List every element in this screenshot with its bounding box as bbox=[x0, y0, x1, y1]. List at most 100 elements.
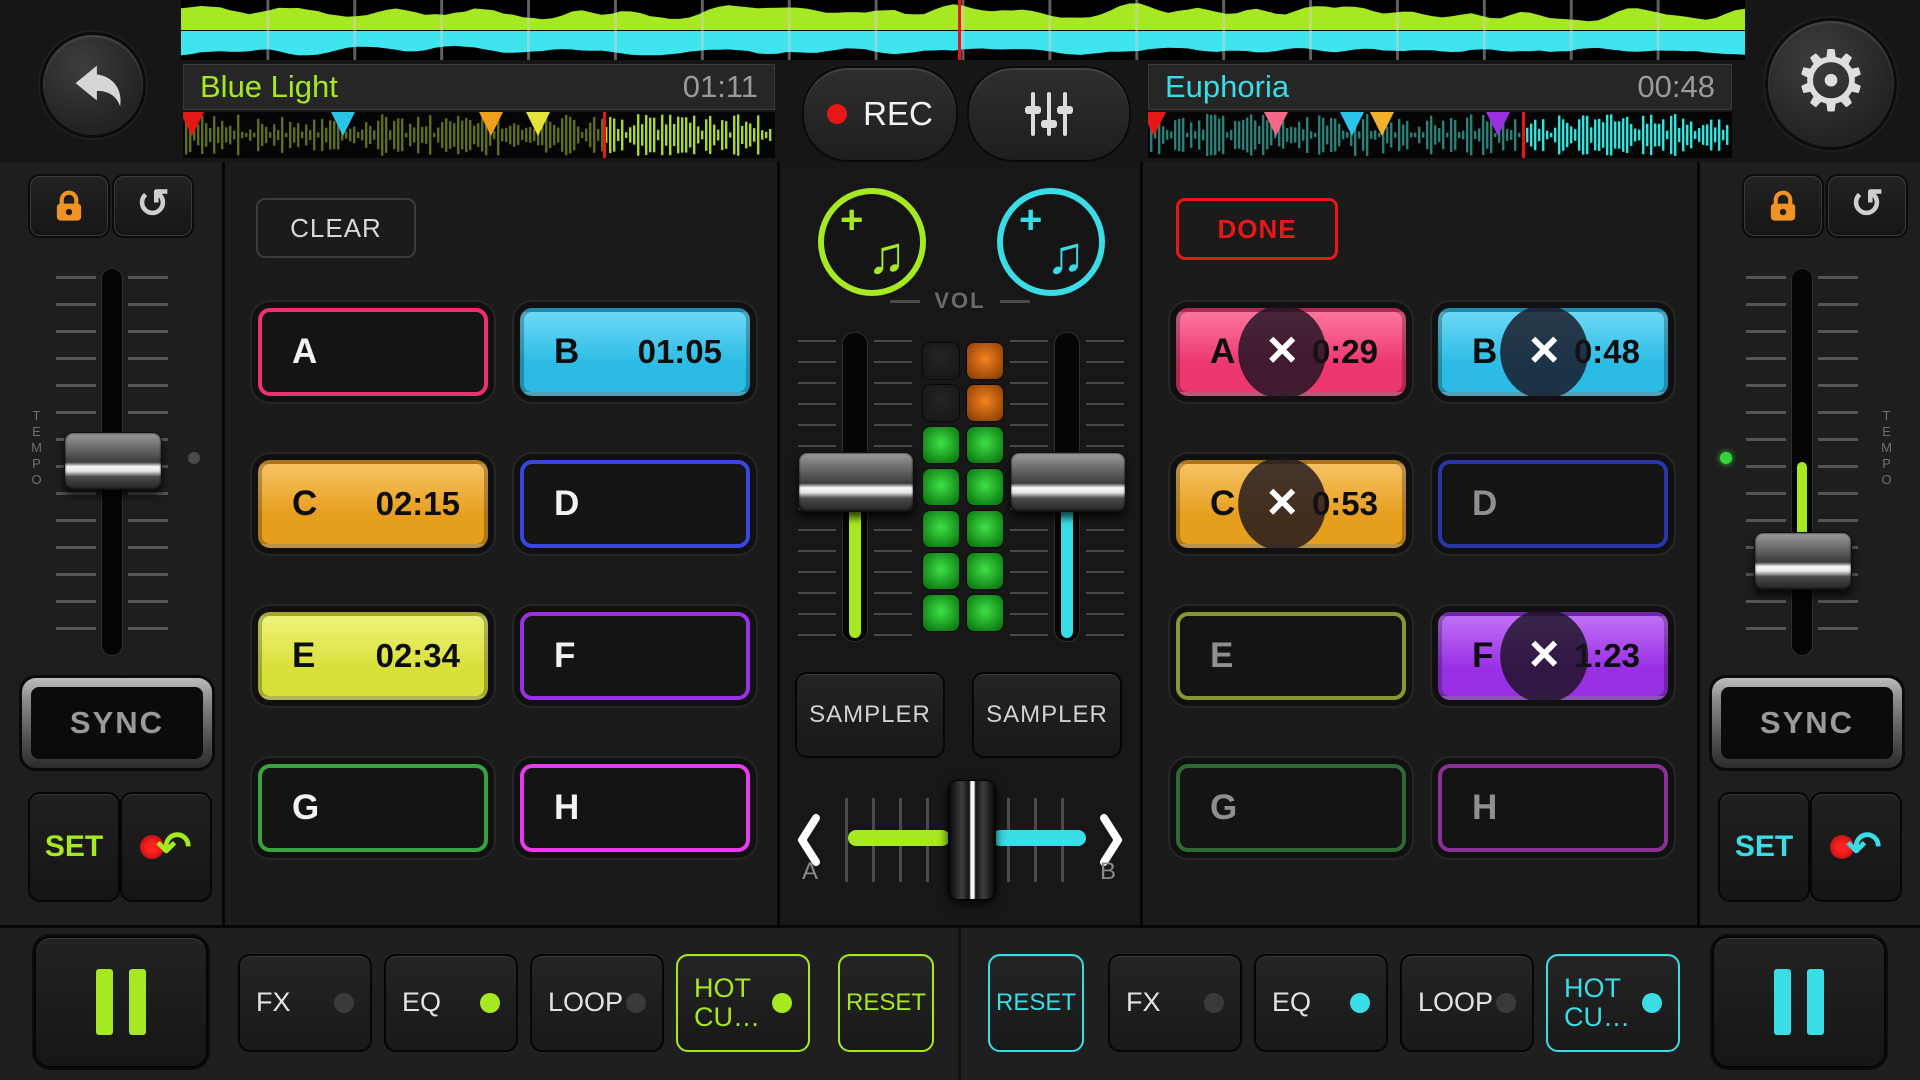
crossfader-b-bar bbox=[992, 830, 1086, 846]
hotcue-pad[interactable]: H bbox=[520, 764, 750, 852]
deck-b-load-track-button[interactable]: + ♫ bbox=[997, 188, 1105, 296]
mode-button-label: FX bbox=[1126, 988, 1202, 1017]
mode-button-fx[interactable]: FX bbox=[238, 954, 372, 1052]
x-glyph: × bbox=[1267, 324, 1297, 376]
overview-waveform[interactable] bbox=[181, 0, 1745, 60]
hotcue-pad[interactable]: C 0:53 × bbox=[1176, 460, 1406, 548]
delete-cue-icon[interactable]: × bbox=[1238, 305, 1326, 399]
mode-button-reset[interactable]: RESET bbox=[988, 954, 1084, 1052]
hotcue-pad[interactable]: G bbox=[258, 764, 488, 852]
record-label: REC bbox=[863, 95, 933, 133]
mode-button-loop[interactable]: LOOP bbox=[1400, 954, 1534, 1052]
mode-button-hot-cu[interactable]: HOT CU… bbox=[1546, 954, 1680, 1052]
deck-a-mini-waveform[interactable] bbox=[183, 112, 775, 158]
mixer-settings-button[interactable] bbox=[967, 66, 1131, 162]
mode-button-fx[interactable]: FX bbox=[1108, 954, 1242, 1052]
deck-b-mini-waveform[interactable] bbox=[1148, 112, 1732, 158]
hotcue-pad[interactable]: D bbox=[1438, 460, 1668, 548]
pad-letter: H bbox=[1472, 788, 1497, 828]
deck-a-load-track-button[interactable]: + ♫ bbox=[818, 188, 926, 296]
divider bbox=[1697, 162, 1700, 925]
undo-arrow-icon: ↶ bbox=[1846, 826, 1881, 868]
x-glyph: × bbox=[1529, 324, 1559, 376]
deck-b-volume-handle[interactable] bbox=[1010, 452, 1126, 512]
mode-button-label: HOT CU… bbox=[1564, 974, 1640, 1032]
pad-time: 01:05 bbox=[638, 333, 722, 371]
deck-b-tempo-handle[interactable] bbox=[1754, 532, 1852, 590]
record-button[interactable]: REC bbox=[802, 66, 958, 162]
deck-a-set-cue-button[interactable]: SET bbox=[28, 792, 120, 902]
mode-button-hot-cu[interactable]: HOT CU… bbox=[676, 954, 810, 1052]
mode-button-eq[interactable]: EQ bbox=[384, 954, 518, 1052]
hotcue-pad[interactable]: A 0:29 × bbox=[1176, 308, 1406, 396]
pad-letter: C bbox=[292, 484, 317, 524]
hotcue-pad[interactable]: C 02:15 bbox=[258, 460, 488, 548]
gear-icon: ⚙ bbox=[1793, 39, 1868, 123]
deck-b-set-label: SET bbox=[1735, 830, 1793, 864]
hotcue-pad[interactable]: E bbox=[1176, 612, 1406, 700]
deck-a-sync-label: SYNC bbox=[31, 687, 203, 759]
pause-icon bbox=[1774, 969, 1791, 1035]
crossfader-handle[interactable] bbox=[948, 780, 996, 900]
back-button[interactable] bbox=[40, 32, 146, 138]
cue-marker[interactable] bbox=[1370, 112, 1394, 136]
deck-b-pause-button[interactable] bbox=[1712, 936, 1886, 1068]
deck-a-track-info[interactable]: Blue Light 01:11 bbox=[183, 64, 775, 110]
cue-marker[interactable] bbox=[331, 112, 355, 136]
deck-b-done-button[interactable]: DONE bbox=[1176, 198, 1338, 260]
pad-letter: H bbox=[554, 788, 579, 828]
indicator-dot-off bbox=[626, 993, 646, 1013]
cue-marker[interactable] bbox=[1148, 112, 1166, 136]
cue-marker[interactable] bbox=[1340, 112, 1364, 136]
deck-b-sync-button[interactable]: SYNC bbox=[1712, 678, 1902, 768]
music-note-icon: ♫ bbox=[1046, 230, 1085, 282]
delete-cue-icon[interactable]: × bbox=[1500, 609, 1588, 703]
pad-letter: A bbox=[1210, 332, 1235, 372]
hotcue-pad[interactable]: F bbox=[520, 612, 750, 700]
hotcue-pad[interactable]: B 01:05 bbox=[520, 308, 750, 396]
deck-a-sync-button[interactable]: SYNC bbox=[22, 678, 212, 768]
deck-b-keylock-button[interactable] bbox=[1744, 176, 1822, 236]
done-label: DONE bbox=[1217, 214, 1296, 245]
deck-a-volume-handle[interactable] bbox=[798, 452, 914, 512]
pad-letter: B bbox=[1472, 332, 1497, 372]
deck-b-sampler-button[interactable]: SAMPLER bbox=[972, 672, 1122, 758]
hotcue-pad[interactable]: G bbox=[1176, 764, 1406, 852]
x-glyph: × bbox=[1267, 476, 1297, 528]
mode-button-loop[interactable]: LOOP bbox=[530, 954, 664, 1052]
deck-b-title: Euphoria bbox=[1165, 69, 1289, 105]
rotate-ccw-icon: ↺ bbox=[1850, 184, 1884, 224]
hotcue-pad[interactable]: A bbox=[258, 308, 488, 396]
hotcue-pad[interactable]: D bbox=[520, 460, 750, 548]
cue-marker[interactable] bbox=[1264, 112, 1288, 136]
delete-cue-icon[interactable]: × bbox=[1500, 305, 1588, 399]
deck-b-set-cue-button[interactable]: SET bbox=[1718, 792, 1810, 902]
deck-a-tempo-handle[interactable] bbox=[64, 432, 162, 490]
mode-button-reset[interactable]: RESET bbox=[838, 954, 934, 1052]
cue-marker[interactable] bbox=[479, 112, 503, 136]
deck-a-clear-cues-button[interactable]: CLEAR bbox=[256, 198, 416, 258]
hotcue-pad[interactable]: B 0:48 × bbox=[1438, 308, 1668, 396]
hotcue-pad[interactable]: H bbox=[1438, 764, 1668, 852]
divider bbox=[958, 928, 961, 1080]
settings-button[interactable]: ⚙ bbox=[1765, 18, 1897, 150]
mode-button-label: RESET bbox=[996, 990, 1076, 1016]
level-led-green bbox=[922, 468, 960, 506]
deck-a-cue-record-undo-button[interactable]: ↶ bbox=[120, 792, 212, 902]
mode-button-label: FX bbox=[256, 988, 332, 1017]
deck-b-track-info[interactable]: Euphoria 00:48 bbox=[1148, 64, 1732, 110]
deck-b-cue-record-undo-button[interactable]: ↶ bbox=[1810, 792, 1902, 902]
cue-marker[interactable] bbox=[526, 112, 550, 136]
cue-marker[interactable] bbox=[183, 112, 204, 136]
deck-a-tempo-reset-button[interactable]: ↺ bbox=[114, 176, 192, 236]
deck-a-pause-button[interactable] bbox=[34, 936, 208, 1068]
hotcue-pad[interactable]: F 1:23 × bbox=[1438, 612, 1668, 700]
deck-a-sampler-button[interactable]: SAMPLER bbox=[795, 672, 945, 758]
cue-marker[interactable] bbox=[1486, 112, 1510, 136]
delete-cue-icon[interactable]: × bbox=[1238, 457, 1326, 551]
hotcue-pad[interactable]: E 02:34 bbox=[258, 612, 488, 700]
mode-button-eq[interactable]: EQ bbox=[1254, 954, 1388, 1052]
mini-playhead bbox=[603, 112, 606, 158]
deck-b-tempo-reset-button[interactable]: ↺ bbox=[1828, 176, 1906, 236]
deck-a-keylock-button[interactable] bbox=[30, 176, 108, 236]
